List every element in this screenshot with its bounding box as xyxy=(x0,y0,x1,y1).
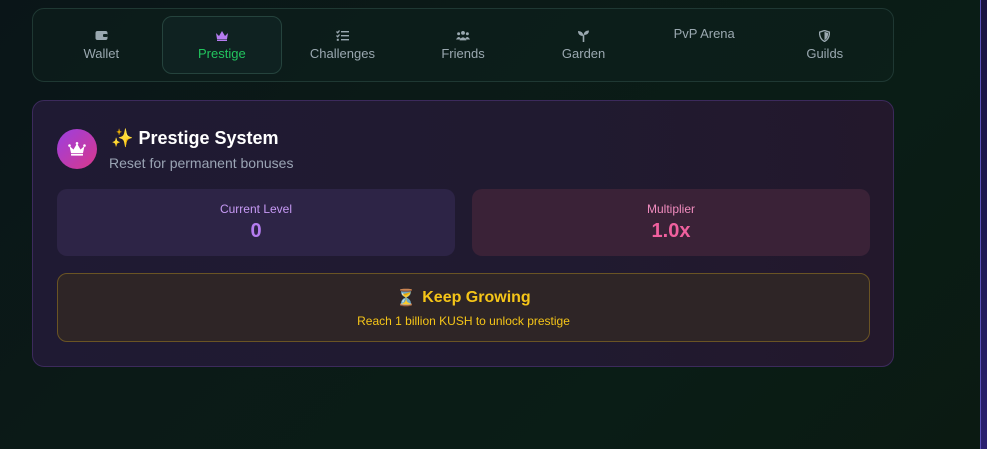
multiplier-label: Multiplier xyxy=(646,202,695,216)
wallet-icon xyxy=(94,30,108,42)
sprout-icon xyxy=(577,30,591,42)
tab-friends[interactable]: Friends xyxy=(403,16,524,74)
multiplier-value: 1.0x xyxy=(651,220,691,242)
tab-wallet-label: Wallet xyxy=(83,45,120,61)
current-level-card: Current Level 0 xyxy=(57,189,455,256)
tab-guilds-label: Guilds xyxy=(806,45,844,61)
tab-prestige[interactable]: Prestige xyxy=(161,16,283,74)
prestige-panel: ✨ Prestige System Reset for permanent bo… xyxy=(32,100,894,367)
shield-icon xyxy=(818,29,832,42)
notice-text: Reach 1 billion KUSH to unlock prestige xyxy=(357,313,570,328)
tab-pvp-arena[interactable]: PvP Arena xyxy=(644,16,765,74)
notice-title-text: Keep Growing xyxy=(422,288,531,306)
crown-icon xyxy=(215,30,229,42)
users-icon xyxy=(456,30,471,42)
window-edge xyxy=(980,0,987,449)
tab-garden-label: Garden xyxy=(561,45,606,61)
multiplier-card: Multiplier 1.0x xyxy=(472,189,870,256)
notice-title: ⏳ Keep Growing xyxy=(396,288,530,308)
tab-wallet[interactable]: Wallet xyxy=(41,16,162,74)
tab-challenges[interactable]: Challenges xyxy=(282,16,403,74)
tab-pvp-arena-label: PvP Arena xyxy=(673,25,735,41)
tab-bar: Wallet Prestige Challenges Friends Garde… xyxy=(32,8,894,82)
tab-friends-label: Friends xyxy=(441,45,485,61)
page-title-text: Prestige System xyxy=(138,128,279,148)
page-subtitle: Reset for permanent bonuses xyxy=(109,155,294,171)
tab-challenges-label: Challenges xyxy=(309,45,375,61)
sparkles-icon: ✨ xyxy=(111,128,134,148)
hourglass-icon: ⏳ xyxy=(396,289,417,307)
tab-garden[interactable]: Garden xyxy=(523,16,644,74)
current-level-value: 0 xyxy=(250,220,262,242)
crown-icon xyxy=(57,129,97,169)
tab-prestige-label: Prestige xyxy=(198,45,246,61)
prestige-locked-notice: ⏳ Keep Growing Reach 1 billion KUSH to u… xyxy=(57,273,870,342)
current-level-label: Current Level xyxy=(219,202,293,216)
tab-guilds[interactable]: Guilds xyxy=(764,16,885,74)
checklist-icon xyxy=(335,30,349,42)
page-title: ✨ Prestige System xyxy=(111,128,279,149)
